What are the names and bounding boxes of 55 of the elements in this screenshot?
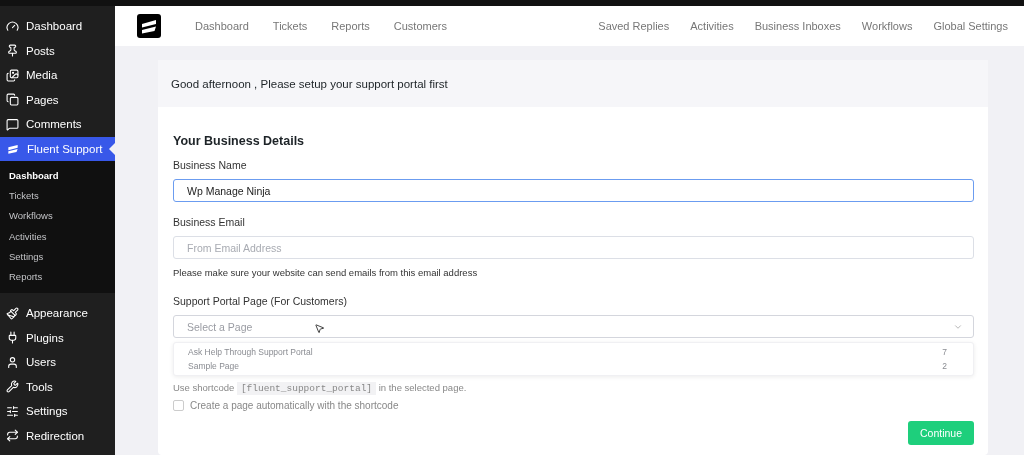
nav-link[interactable]: Dashboard (195, 20, 249, 32)
wrench-icon (6, 380, 19, 394)
shortcode-help: Use shortcode [fluent_support_portal] in the selected page. (173, 382, 468, 394)
field-label: Support Portal Page (For Customers) (173, 295, 348, 307)
media-icon (6, 68, 19, 82)
checkbox-row[interactable]: Create a page automatically with the shortcode (173, 400, 974, 411)
active-pointer-icon (109, 142, 115, 155)
field-label: Business Email (173, 216, 246, 228)
brush-icon (6, 306, 19, 320)
nav-link[interactable]: Workflows (861, 20, 913, 32)
comment-icon (6, 117, 19, 131)
submenu-item[interactable]: Dashboard (0, 165, 115, 186)
pages-icon (6, 93, 19, 107)
sidebar-item[interactable]: Comments (0, 112, 115, 137)
submenu-item[interactable]: Reports (0, 266, 115, 287)
section-title: Your Business Details (173, 134, 306, 148)
nav-link[interactable]: Tickets (272, 20, 308, 32)
input-field[interactable]: Wp Manage Ninja (173, 179, 974, 202)
field-label: Business Name (173, 159, 248, 171)
sidebar-item[interactable]: Tools (0, 374, 115, 399)
pin-icon (6, 44, 19, 58)
nav-link[interactable]: Customers (393, 20, 447, 32)
nav-link[interactable]: Activities (690, 20, 734, 32)
submenu-item[interactable]: Activities (0, 225, 115, 247)
nav-link[interactable]: Business Inboxes (754, 20, 841, 32)
checkbox-label: Create a page automatically with the shortcode (190, 400, 399, 411)
sidebar-item[interactable]: Media (0, 63, 115, 88)
checkbox[interactable] (173, 400, 184, 411)
user-icon (6, 355, 19, 369)
sidebar-item[interactable]: Redirection (0, 423, 115, 448)
logo-icon (137, 14, 161, 38)
input-field[interactable]: From Email Address (173, 236, 974, 259)
repeat-icon (6, 429, 19, 443)
pointer-icon (314, 323, 325, 334)
card-title: Good afternoon , Please setup your support portal first (158, 60, 988, 107)
dropdown-option[interactable]: Sample Page 2 (174, 359, 973, 373)
sidebar-item[interactable]: Appearance (0, 300, 115, 326)
nav-link[interactable]: Reports (331, 20, 370, 32)
sidebar-item[interactable]: Users (0, 349, 115, 375)
sidebar-item[interactable]: Posts (0, 38, 115, 63)
submenu-item[interactable]: Settings (0, 246, 115, 267)
submenu-item[interactable]: Tickets (0, 185, 115, 206)
submenu-item[interactable]: Workflows (0, 205, 115, 226)
nav-link[interactable]: Saved Replies (598, 20, 670, 32)
plug-icon (6, 331, 19, 345)
sidebar-item[interactable]: Settings (0, 398, 115, 424)
sidebar-item[interactable]: Fluent Support (0, 136, 115, 161)
sliders-icon (6, 404, 19, 418)
email-note: Please make sure your website can send emails from this email address (173, 267, 479, 278)
nav-link[interactable]: Global Settings (933, 20, 1008, 32)
sidebar-item[interactable]: Plugins (0, 325, 115, 350)
dropdown-option[interactable]: Ask Help Through Support Portal 7 (174, 345, 973, 359)
sidebar-item[interactable]: Pages (0, 87, 115, 112)
sidebar-item[interactable]: Dashboard (0, 14, 115, 39)
gauge-icon (6, 19, 19, 33)
